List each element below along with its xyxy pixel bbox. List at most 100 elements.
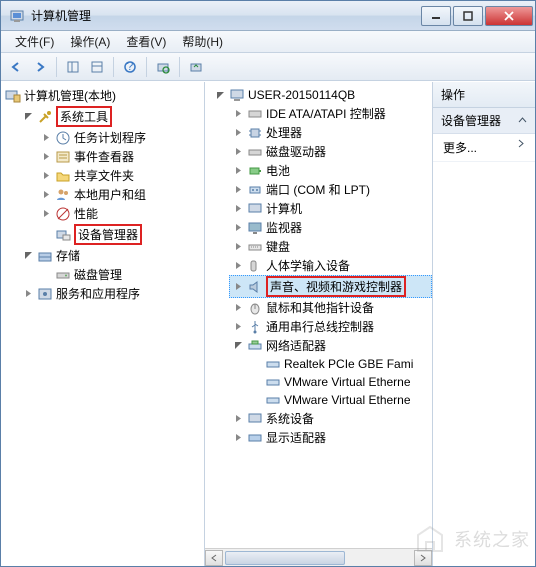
expand-icon[interactable] — [233, 260, 244, 271]
tree-label: 系统设备 — [266, 410, 314, 427]
menu-view[interactable]: 查看(V) — [118, 31, 174, 52]
actions-more[interactable]: 更多... — [433, 134, 535, 162]
dev-hid[interactable]: 人体学输入设备 — [229, 256, 432, 275]
folder-share-icon — [55, 168, 71, 184]
dev-sound[interactable]: 声音、视频和游戏控制器 — [229, 275, 432, 298]
tree-label: Realtek PCIe GBE Fami — [284, 357, 413, 371]
scroll-track[interactable] — [223, 550, 414, 566]
dev-disk[interactable]: 磁盘驱动器 — [229, 142, 432, 161]
horizontal-scrollbar[interactable] — [205, 548, 432, 566]
dev-network[interactable]: 网络适配器 — [229, 336, 432, 355]
scroll-thumb[interactable] — [225, 551, 345, 565]
dev-monitor[interactable]: 监视器 — [229, 218, 432, 237]
tree-local-users[interactable]: 本地用户和组 — [37, 185, 204, 204]
dev-computer[interactable]: 计算机 — [229, 199, 432, 218]
tree-storage[interactable]: 存储 — [19, 246, 204, 265]
console-tree-pane: 计算机管理(本地) 系统工具 任务计划程序 事件查看器 — [1, 82, 205, 566]
expand-icon[interactable] — [41, 151, 52, 162]
display-adapter-icon — [247, 430, 263, 446]
collapse-icon[interactable] — [23, 111, 34, 122]
expand-icon[interactable] — [233, 413, 244, 424]
properties-button[interactable] — [86, 56, 108, 78]
dev-net-vmware1[interactable]: VMware Virtual Etherne — [247, 373, 432, 391]
maximize-button[interactable] — [453, 6, 483, 26]
collapse-icon[interactable] — [23, 250, 34, 261]
tree-event-viewer[interactable]: 事件查看器 — [37, 147, 204, 166]
collapse-icon[interactable] — [233, 340, 244, 351]
help-button[interactable]: ? — [119, 56, 141, 78]
expand-icon[interactable] — [233, 108, 244, 119]
tree-system-tools[interactable]: 系统工具 — [19, 105, 204, 128]
dev-battery[interactable]: 电池 — [229, 161, 432, 180]
expand-icon[interactable] — [233, 184, 244, 195]
chevron-up-icon — [518, 116, 527, 125]
sysdev-icon — [247, 411, 263, 427]
expand-icon[interactable] — [233, 281, 244, 292]
app-icon — [9, 8, 25, 24]
minimize-button[interactable] — [421, 6, 451, 26]
expand-icon[interactable] — [41, 132, 52, 143]
tools-icon — [37, 109, 53, 125]
dev-cpu[interactable]: 处理器 — [229, 123, 432, 142]
tree-label: 磁盘驱动器 — [266, 143, 326, 160]
menu-help[interactable]: 帮助(H) — [174, 31, 231, 52]
expand-icon[interactable] — [233, 432, 244, 443]
expand-icon[interactable] — [233, 321, 244, 332]
device-tree-pane: USER-20150114QB IDE ATA/ATAPI 控制器 处理器 磁盘… — [205, 82, 433, 566]
mmc-window: 计算机管理 文件(F) 操作(A) 查看(V) 帮助(H) ? — [0, 0, 536, 567]
collapse-icon[interactable] — [215, 90, 226, 101]
scan-hardware-button[interactable] — [152, 56, 174, 78]
mouse-icon — [247, 300, 263, 316]
devmgr-icon — [55, 227, 71, 243]
device-tree[interactable]: USER-20150114QB IDE ATA/ATAPI 控制器 处理器 磁盘… — [205, 86, 432, 447]
dev-net-realtek[interactable]: Realtek PCIe GBE Fami — [247, 355, 432, 373]
update-driver-button[interactable] — [185, 56, 207, 78]
expand-icon[interactable] — [23, 288, 34, 299]
tree-device-manager[interactable]: 设备管理器 — [37, 223, 204, 246]
window-title: 计算机管理 — [31, 7, 419, 24]
tree-disk-mgmt[interactable]: 磁盘管理 — [37, 265, 204, 284]
expand-icon[interactable] — [41, 170, 52, 181]
keyboard-icon — [247, 239, 263, 255]
expand-icon[interactable] — [233, 203, 244, 214]
menu-action[interactable]: 操作(A) — [62, 31, 118, 52]
scroll-right-button[interactable] — [414, 550, 432, 566]
expand-icon[interactable] — [233, 241, 244, 252]
dev-usb[interactable]: 通用串行总线控制器 — [229, 317, 432, 336]
tree-performance[interactable]: 性能 — [37, 204, 204, 223]
separator — [179, 57, 180, 77]
back-button[interactable] — [5, 56, 27, 78]
expand-icon[interactable] — [41, 189, 52, 200]
tree-label: 服务和应用程序 — [56, 285, 140, 302]
tree-task-scheduler[interactable]: 任务计划程序 — [37, 128, 204, 147]
cpu-icon — [247, 125, 263, 141]
forward-button[interactable] — [29, 56, 51, 78]
scroll-left-button[interactable] — [205, 550, 223, 566]
expand-icon[interactable] — [233, 127, 244, 138]
expand-icon[interactable] — [41, 208, 52, 219]
show-hide-tree-button[interactable] — [62, 56, 84, 78]
menu-file[interactable]: 文件(F) — [7, 31, 62, 52]
computer-mgmt-icon — [5, 88, 21, 104]
expand-icon[interactable] — [233, 165, 244, 176]
dev-ide[interactable]: IDE ATA/ATAPI 控制器 — [229, 104, 432, 123]
dev-system-devices[interactable]: 系统设备 — [229, 409, 432, 428]
tree-label: 任务计划程序 — [74, 129, 146, 146]
tree-services-apps[interactable]: 服务和应用程序 — [19, 284, 204, 303]
device-root[interactable]: USER-20150114QB — [211, 86, 432, 104]
dev-display[interactable]: 显示适配器 — [229, 428, 432, 447]
expand-icon[interactable] — [233, 222, 244, 233]
tree-root-computer-mgmt[interactable]: 计算机管理(本地) — [1, 86, 204, 105]
dev-keyboard[interactable]: 键盘 — [229, 237, 432, 256]
dev-mouse[interactable]: 鼠标和其他指针设备 — [229, 298, 432, 317]
dev-net-vmware2[interactable]: VMware Virtual Etherne — [247, 391, 432, 409]
expand-icon[interactable] — [233, 146, 244, 157]
close-button[interactable] — [485, 6, 533, 26]
expand-icon[interactable] — [233, 302, 244, 313]
battery-icon — [247, 163, 263, 179]
actions-context[interactable]: 设备管理器 — [433, 108, 535, 134]
titlebar[interactable]: 计算机管理 — [1, 1, 535, 31]
dev-port[interactable]: 端口 (COM 和 LPT) — [229, 180, 432, 199]
console-tree[interactable]: 计算机管理(本地) 系统工具 任务计划程序 事件查看器 — [1, 86, 204, 303]
tree-shared-folders[interactable]: 共享文件夹 — [37, 166, 204, 185]
